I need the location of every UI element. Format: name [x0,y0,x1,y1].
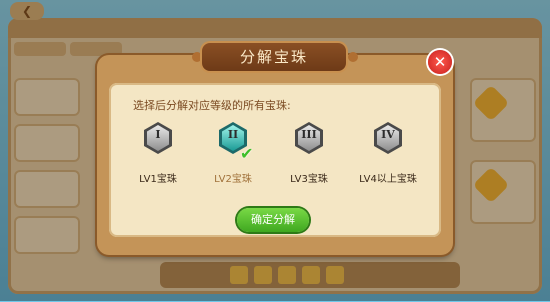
gem-numeral: II [227,128,239,141]
gem-numeral: I [155,128,161,141]
gem-option-lv3[interactable]: III LV3宝珠 [274,122,344,186]
title-ornament [348,52,358,62]
check-icon: ✔ [240,144,254,163]
gem-label: LV2宝珠 [214,174,252,185]
confirm-decompose-button[interactable]: 确定分解 [237,208,309,232]
gem-numeral: III [301,128,317,141]
close-button[interactable]: ✕ [428,50,452,74]
title-ornament [192,52,202,62]
gem-option-lv2[interactable]: II ✔ LV2宝珠 [198,122,268,186]
gem-option-lv1[interactable]: I LV1宝珠 [123,122,193,186]
gem-numeral: IV [381,128,395,141]
gem-option-lv4[interactable]: IV LV4以上宝珠 [353,122,423,186]
gem-label: LV4以上宝珠 [359,174,417,185]
dialog-prompt: 选择后分解对应等级的所有宝珠: [133,99,291,112]
dialog-title: 分解宝珠 [202,43,346,71]
gem-label: LV3宝珠 [290,174,328,185]
gem-label: LV1宝珠 [139,174,177,185]
